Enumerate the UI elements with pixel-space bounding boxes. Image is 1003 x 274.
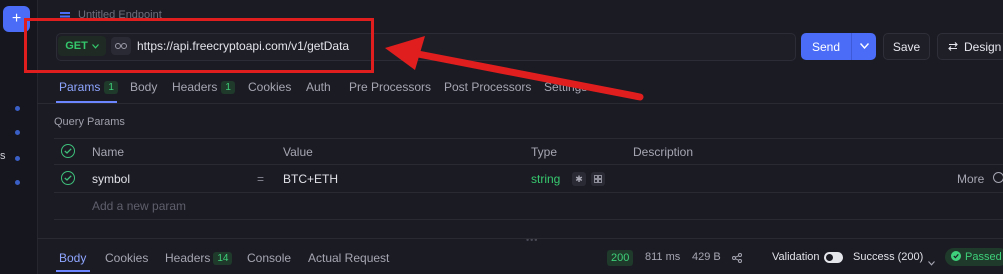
annotation-arrow xyxy=(385,36,644,101)
